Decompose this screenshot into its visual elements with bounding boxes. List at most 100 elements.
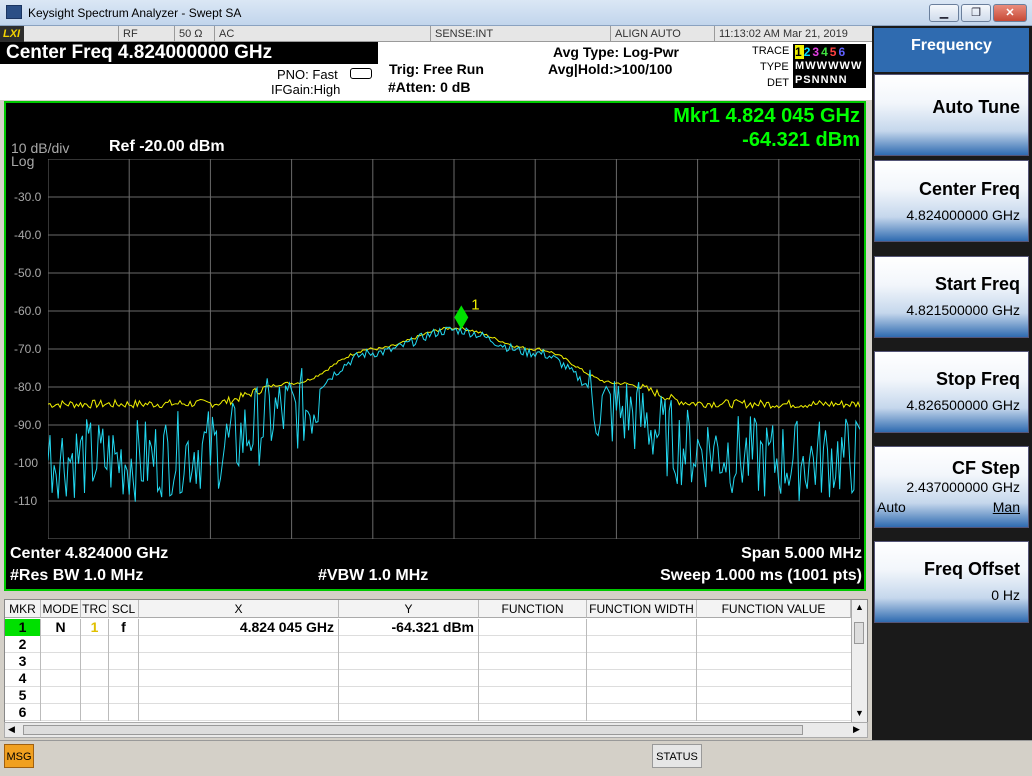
det-label: DET — [767, 77, 789, 89]
table-row[interactable]: 6 — [5, 704, 851, 721]
status-button[interactable]: STATUS — [652, 744, 702, 768]
table-row[interactable]: 5 — [5, 687, 851, 704]
cell-function-width — [587, 687, 697, 704]
cell-mode — [41, 636, 81, 653]
cell-function — [479, 653, 587, 670]
softkey-freq-offset[interactable]: Freq Offset 0 Hz — [874, 541, 1029, 623]
msg-button[interactable]: MSG — [4, 744, 34, 768]
message-bar — [0, 740, 1032, 776]
table-hscroll[interactable]: ◀ ▶ — [4, 722, 868, 738]
col-trc: TRC — [81, 600, 109, 618]
sweep-label: Sweep 1.000 ms (1001 pts) — [660, 567, 862, 584]
trace-status-box[interactable]: 123456 M W W W W W P S N N N N — [793, 44, 866, 88]
cell-mkr: 2 — [5, 636, 41, 653]
align-indicator: ALIGN AUTO — [610, 26, 714, 42]
y-tick-label: -40.0 — [14, 228, 42, 242]
ref-level[interactable]: Ref -20.00 dBm — [109, 138, 225, 156]
softkey-label: CF Step — [951, 458, 1020, 478]
softkey-cf-step[interactable]: CF Step 2.437000000 GHz Auto Man — [874, 446, 1029, 528]
cell-trc — [81, 704, 109, 721]
cell-scl — [109, 687, 139, 704]
marker-table[interactable]: MKR MODE TRC SCL X Y FUNCTION FUNCTION W… — [4, 599, 868, 723]
trig-label: Trig: Free Run — [389, 61, 484, 77]
type-label: TYPE — [760, 61, 789, 73]
span-label: Span 5.000 MHz — [741, 545, 862, 562]
datetime: 11:13:02 AM Mar 21, 2019 — [714, 26, 872, 42]
maximize-button[interactable]: ❐ — [961, 4, 991, 22]
cell-function — [479, 704, 587, 721]
trace-number-3: 3 — [812, 45, 822, 59]
cell-mode: N — [41, 619, 81, 636]
cell-trc — [81, 670, 109, 687]
ifgain-label: IFGain:High — [271, 82, 341, 97]
marker-readout-freq: Mkr1 4.824 045 GHz — [673, 105, 860, 127]
softkey-value: 4.826500000 GHz — [906, 397, 1020, 413]
app-icon — [6, 5, 22, 19]
col-function-width: FUNCTION WIDTH — [587, 600, 697, 618]
softkey-value: 2.437000000 GHz — [906, 479, 1020, 495]
marker-1-diamond — [454, 305, 469, 330]
cell-y — [339, 670, 479, 687]
cf-step-man[interactable]: Man — [993, 499, 1020, 515]
softkey-stop-freq[interactable]: Stop Freq 4.826500000 GHz — [874, 351, 1029, 433]
col-scl: SCL — [109, 600, 139, 618]
softkey-value: 4.824000000 GHz — [906, 207, 1020, 223]
cell-function-width — [587, 636, 697, 653]
softkey-start-freq[interactable]: Start Freq 4.821500000 GHz — [874, 256, 1029, 338]
cell-function — [479, 670, 587, 687]
cell-y — [339, 704, 479, 721]
cell-mkr: 4 — [5, 670, 41, 687]
scroll-left-icon[interactable]: ◀ — [8, 724, 15, 735]
softkey-center-freq[interactable]: Center Freq 4.824000000 GHz — [874, 160, 1029, 242]
cell-function — [479, 687, 587, 704]
table-row[interactable]: 4 — [5, 670, 851, 687]
cell-trc: 1 — [81, 619, 109, 636]
close-button[interactable]: ✕ — [993, 4, 1027, 22]
trace-detector: P S N N N N — [795, 74, 847, 86]
sense-indicator: SENSE:INT — [430, 26, 510, 42]
cell-y — [339, 636, 479, 653]
cell-x — [139, 687, 339, 704]
softkey-label: Auto Tune — [932, 97, 1020, 117]
trace-number-6: 6 — [838, 45, 848, 59]
table-row[interactable]: 1 N 1 f 4.824 045 GHz -64.321 dBm — [5, 619, 851, 636]
cell-function-width — [587, 653, 697, 670]
table-row[interactable]: 3 — [5, 653, 851, 670]
cell-scl — [109, 653, 139, 670]
col-y: Y — [339, 600, 479, 618]
trace-label: TRACE — [752, 45, 790, 57]
cell-function-width — [587, 704, 697, 721]
softkey-value: 4.821500000 GHz — [906, 302, 1020, 318]
scroll-thumb[interactable] — [854, 622, 864, 644]
y-tick-label: -80.0 — [14, 380, 42, 394]
trace-type: M W W W W W — [795, 60, 861, 72]
y-tick-label: -90.0 — [14, 418, 42, 432]
scroll-up-icon[interactable]: ▲ — [855, 602, 864, 612]
cell-x — [139, 636, 339, 653]
center-freq-banner[interactable]: Center Freq 4.824000000 GHz — [0, 42, 378, 64]
cell-mode — [41, 653, 81, 670]
minimize-button[interactable]: ▁ — [929, 4, 959, 22]
scroll-right-icon[interactable]: ▶ — [853, 724, 860, 735]
softkey-auto-tune[interactable]: Auto Tune — [874, 74, 1029, 156]
cell-function — [479, 619, 587, 636]
scroll-down-icon[interactable]: ▼ — [855, 708, 864, 718]
hscroll-thumb[interactable] — [23, 725, 803, 735]
cell-x — [139, 653, 339, 670]
col-x: X — [139, 600, 339, 618]
col-function-value: FUNCTION VALUE — [697, 600, 851, 618]
cell-function-width — [587, 670, 697, 687]
graticule — [48, 159, 860, 539]
table-vscroll[interactable]: ▲ ▼ — [851, 600, 867, 722]
instrument-status-row: RF 50 Ω AC SENSE:INT ALIGN AUTO 11:13:02… — [0, 26, 872, 42]
y-tick-label: -110 — [14, 494, 38, 508]
cell-scl — [109, 670, 139, 687]
cell-trc — [81, 653, 109, 670]
cf-step-auto[interactable]: Auto — [877, 499, 906, 515]
impedance-indicator: 50 Ω — [174, 26, 214, 42]
softkey-label: Center Freq — [918, 179, 1020, 199]
trace-number-4: 4 — [821, 45, 830, 59]
softkey-label: Freq Offset — [923, 559, 1020, 579]
table-row[interactable]: 2 — [5, 636, 851, 653]
vbw-label: #VBW 1.0 MHz — [318, 567, 429, 584]
